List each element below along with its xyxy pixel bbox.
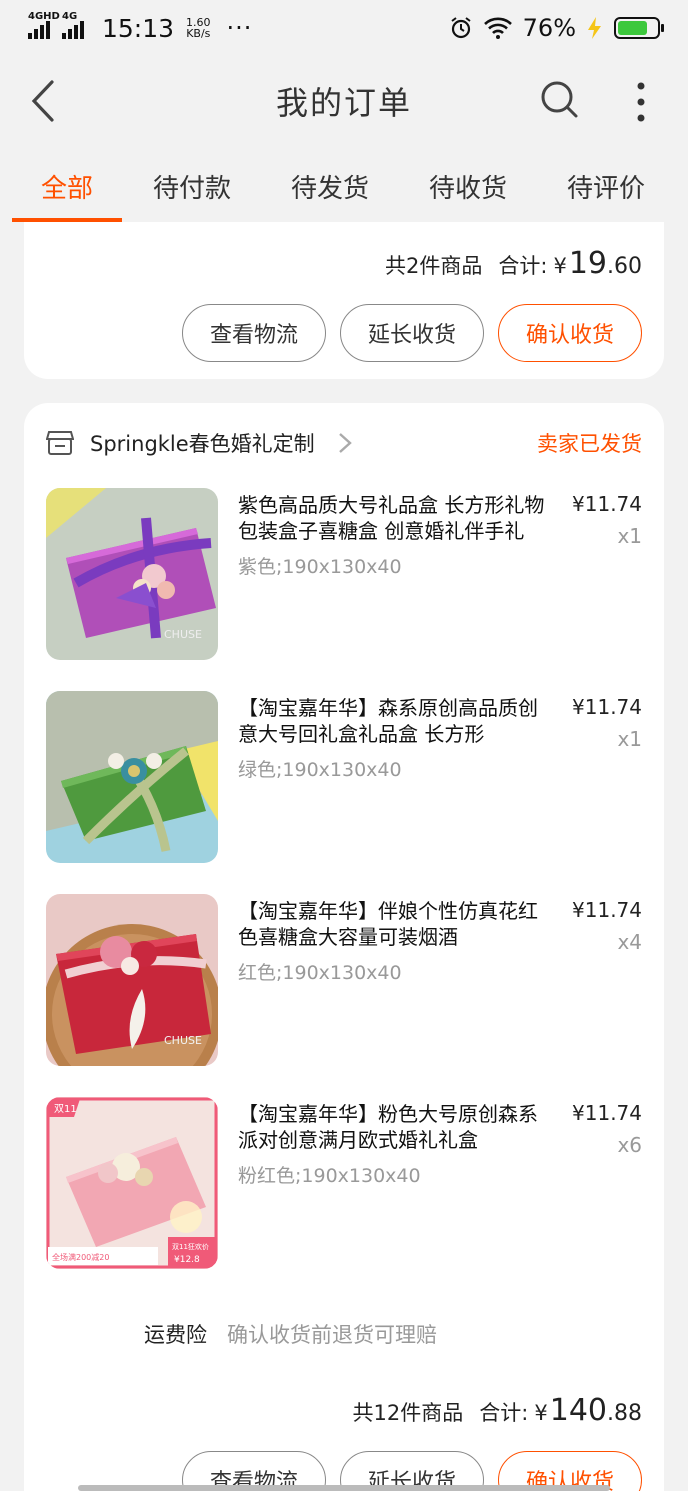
- order-total: 共12件商品 合计: ¥ 140 .88: [352, 1393, 642, 1428]
- network-speed: 1.60 KB/s: [186, 16, 211, 40]
- product-price: ¥11.74: [572, 898, 642, 922]
- freight-insurance-desc: 确认收货前退货可理赔: [227, 1323, 437, 1347]
- clock: 15:13: [102, 13, 175, 43]
- thumbnail-brand-label: CHUSE: [164, 1034, 202, 1047]
- page-title: 我的订单: [275, 84, 412, 122]
- status-bar: 4GHD 4G 15:13 1.60 KB/s ··· 76%: [0, 0, 688, 56]
- battery-icon: [614, 17, 664, 39]
- product-thumbnail: 双11 全场满200减20 双11狂欢价 ¥12.8: [46, 1097, 218, 1269]
- order-status: 卖家已发货: [537, 432, 642, 456]
- order-tabs: 全部 待付款 待发货 待收货 待评价: [0, 150, 688, 222]
- product-price: ¥11.74: [572, 695, 642, 719]
- shop-header[interactable]: Springkle春色婚礼定制 卖家已发货: [46, 425, 642, 461]
- thumbnail-brand-label: CHUSE: [164, 628, 202, 641]
- product-thumbnail: CHUSE: [46, 488, 218, 660]
- tab-all[interactable]: 全部: [12, 150, 122, 222]
- alarm-icon: [451, 17, 471, 39]
- tab-pending-payment[interactable]: 待付款: [138, 150, 246, 222]
- order-card: 共2件商品 合计: ¥ 19 .60 查看物流 延长收货 确认收货: [24, 222, 664, 379]
- order-item[interactable]: 双11 全场满200减20 双11狂欢价 ¥12.8 【淘宝嘉年华】粉色大号原创…: [46, 1097, 642, 1269]
- product-title: 【淘宝嘉年华】森系原创高品质创意大号回礼盒礼品盒 长方形: [238, 696, 538, 746]
- product-quantity: x1: [617, 524, 642, 548]
- signal-icon-2: 4G: [62, 11, 84, 39]
- tab-pending-shipment[interactable]: 待发货: [276, 150, 384, 222]
- shop-name: Springkle春色婚礼定制: [90, 432, 315, 456]
- product-quantity: x1: [617, 727, 642, 751]
- signal-icon: 4GHD: [28, 11, 60, 39]
- product-thumbnail: [46, 691, 218, 863]
- wifi-icon: [483, 17, 512, 39]
- product-spec: 粉红色;190x130x40: [238, 1165, 421, 1187]
- promo-subtext: 双11狂欢价: [172, 1242, 209, 1251]
- more-vertical-icon[interactable]: [626, 80, 656, 124]
- product-spec: 红色;190x130x40: [238, 962, 402, 984]
- tab-pending-review[interactable]: 待评价: [552, 150, 660, 222]
- product-thumbnail: CHUSE: [46, 894, 218, 1066]
- shop-icon: [46, 431, 74, 455]
- order-actions: 查看物流 延长收货 确认收货: [182, 304, 642, 362]
- confirm-receipt-button[interactable]: 确认收货: [498, 304, 642, 362]
- promo-text: 全场满200减20: [52, 1252, 109, 1262]
- order-card: Springkle春色婚礼定制 卖家已发货 CHUSE 紫色高品质大号礼品盒 长…: [24, 403, 664, 1491]
- product-title: 【淘宝嘉年华】伴娘个性仿真花红色喜糖盒大容量可装烟酒: [238, 899, 538, 949]
- view-logistics-button[interactable]: 查看物流: [182, 304, 326, 362]
- product-title: 【淘宝嘉年华】粉色大号原创森系派对创意满月欧式婚礼礼盒: [238, 1102, 538, 1152]
- order-item[interactable]: CHUSE 【淘宝嘉年华】伴娘个性仿真花红色喜糖盒大容量可装烟酒 红色;190x…: [46, 894, 642, 1066]
- product-quantity: x4: [617, 930, 642, 954]
- extend-receipt-button[interactable]: 延长收货: [340, 304, 484, 362]
- charging-icon: [588, 17, 601, 39]
- order-item[interactable]: 【淘宝嘉年华】森系原创高品质创意大号回礼盒礼品盒 长方形 绿色;190x130x…: [46, 691, 642, 863]
- chevron-right-icon: [338, 433, 352, 453]
- freight-insurance-row: 运费险 确认收货前退货可理赔: [144, 1319, 437, 1349]
- nav-bar: 我的订单: [0, 56, 688, 146]
- more-notifications-icon: ···: [226, 14, 253, 42]
- promo-badge: 双11: [54, 1103, 77, 1115]
- product-title: 紫色高品质大号礼品盒 长方形礼物包装盒子喜糖盒 创意婚礼伴手礼: [238, 493, 545, 543]
- order-total: 共2件商品 合计: ¥ 19 .60: [384, 246, 642, 281]
- product-quantity: x6: [617, 1133, 642, 1157]
- order-item[interactable]: CHUSE 紫色高品质大号礼品盒 长方形礼物包装盒子喜糖盒 创意婚礼伴手礼 紫色…: [46, 488, 642, 660]
- search-icon[interactable]: [540, 80, 580, 120]
- home-indicator[interactable]: [78, 1485, 610, 1491]
- product-price: ¥11.74: [572, 492, 642, 516]
- tab-pending-receipt[interactable]: 待收货: [414, 150, 522, 222]
- promo-price: ¥12.8: [174, 1255, 200, 1265]
- product-spec: 紫色;190x130x40: [238, 556, 402, 578]
- product-price: ¥11.74: [572, 1101, 642, 1125]
- battery-percent: 76%: [522, 14, 576, 42]
- back-arrow-icon[interactable]: [26, 78, 66, 124]
- product-spec: 绿色;190x130x40: [238, 759, 402, 781]
- freight-insurance-label: 运费险: [144, 1323, 207, 1347]
